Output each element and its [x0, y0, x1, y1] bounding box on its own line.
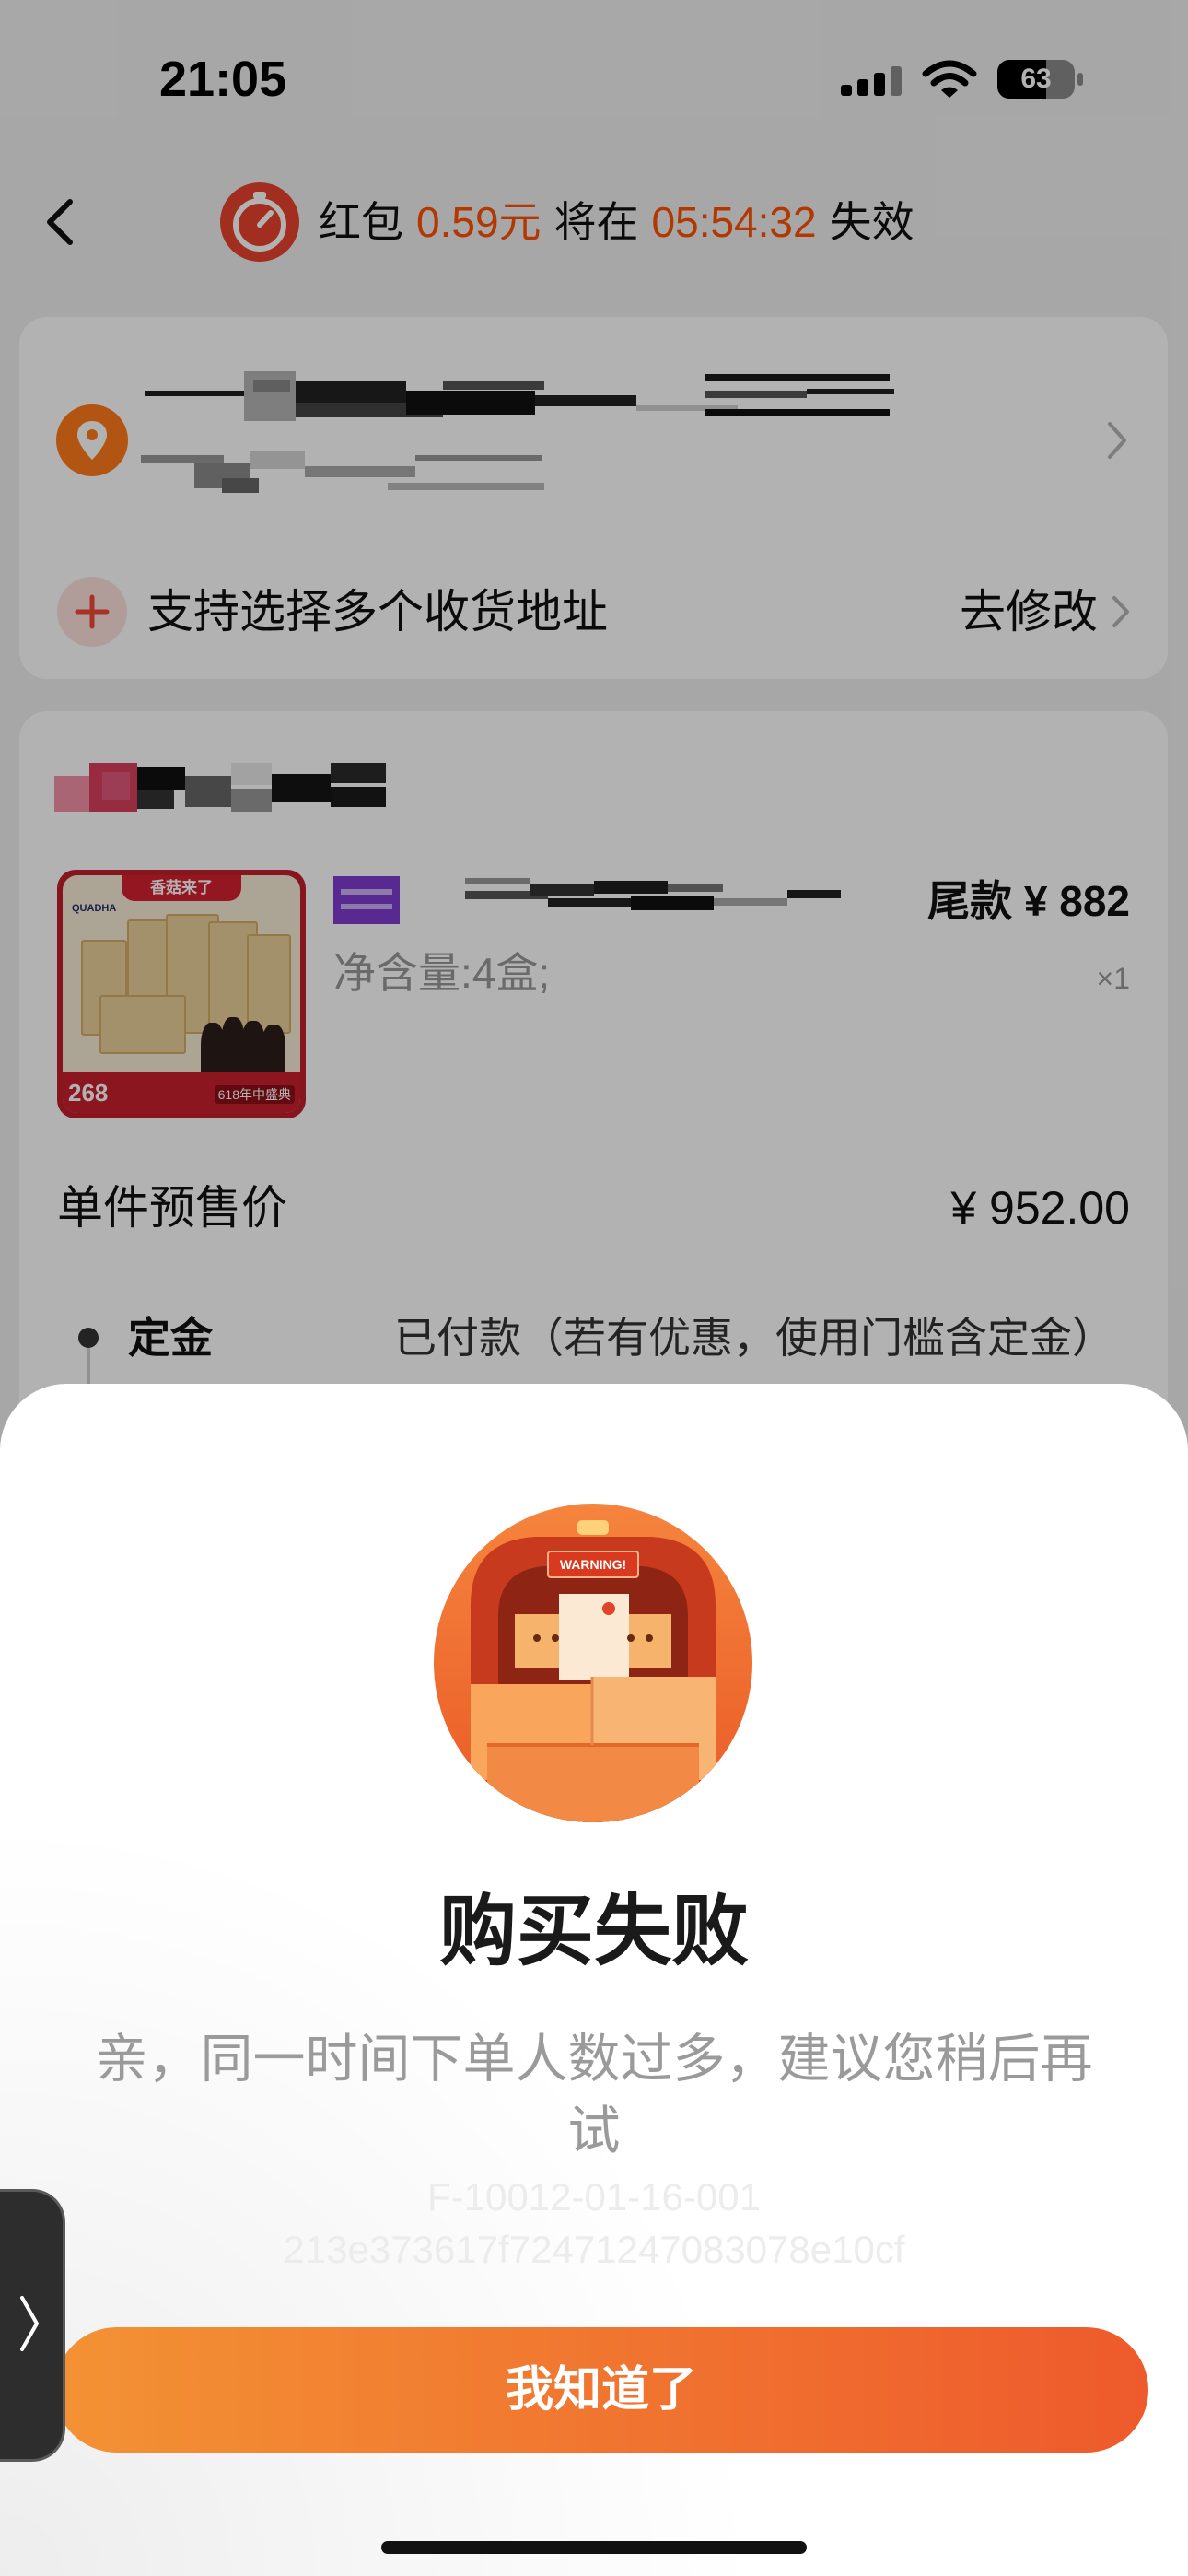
purchase-failed-sheet: WARNING! 购买失败 亲，同一时间下单人数过多，建议您稍后再试 F-100… — [0, 1384, 1188, 2576]
error-code: F-10012-01-16-001 — [427, 2175, 761, 2219]
side-panel-handle[interactable] — [0, 2189, 65, 2462]
dialog-message: 亲，同一时间下单人数过多，建议您稍后再试 — [95, 2030, 1093, 2160]
warning-sign-text: WARNING! — [560, 1557, 626, 1572]
confirm-button[interactable]: 我知道了 — [54, 2327, 1148, 2453]
trace-id: 213e373617f72471247083078e10cf — [283, 2228, 905, 2271]
chevron-right-icon — [20, 2296, 39, 2351]
home-indicator[interactable] — [381, 2541, 807, 2554]
truck-warning-illustration: WARNING! — [434, 1504, 752, 1822]
dialog-title: 购买失败 — [438, 1888, 749, 1974]
